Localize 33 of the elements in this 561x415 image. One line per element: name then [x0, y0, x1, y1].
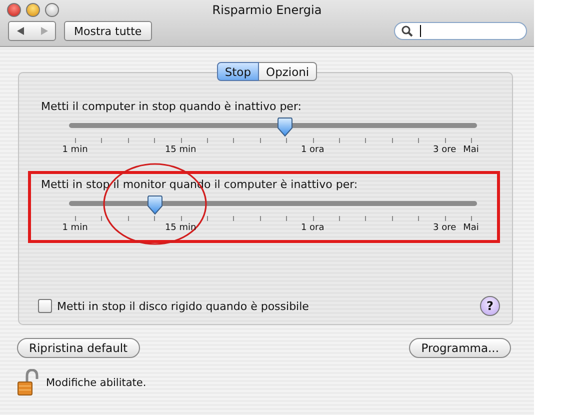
slider-thumb[interactable] [277, 117, 294, 137]
back-forward-control[interactable] [8, 21, 56, 41]
restore-defaults-button[interactable]: Ripristina default [17, 338, 140, 358]
slider-track[interactable] [69, 195, 477, 215]
back-icon[interactable] [14, 26, 26, 36]
search-icon [401, 25, 413, 37]
scale-label: 3 ore [433, 145, 456, 155]
scale-label: 1 ora [300, 145, 324, 155]
slider-label: Metti il computer in stop quando è inattivo per: [41, 100, 302, 113]
scale-label: 3 ore [433, 223, 456, 233]
slider-track[interactable] [69, 117, 477, 137]
lock-status-text: Modifiche abilitate. [46, 377, 146, 389]
scale-label: Mai [463, 145, 479, 155]
tab[interactable]: Stop [216, 62, 260, 81]
help-button[interactable]: ? [480, 296, 500, 316]
padlock-icon[interactable] [17, 369, 39, 397]
scale-label: 1 min [62, 223, 88, 233]
scale-label: 15 min [164, 223, 196, 233]
schedule-button[interactable]: Programma... [409, 338, 511, 358]
scale-label: Mai [463, 223, 479, 233]
zoom-button[interactable] [45, 3, 59, 17]
checkbox[interactable] [38, 299, 52, 313]
scale-label: 1 ora [300, 223, 324, 233]
search-field[interactable] [394, 22, 527, 40]
slider-thumb[interactable] [146, 195, 163, 215]
checkbox-label: Metti in stop il disco rigido quando è possibile [57, 300, 309, 312]
tab[interactable]: Opzioni [259, 62, 318, 81]
window-title: Risparmio Energia [212, 3, 322, 17]
scale-label: 15 min [164, 145, 196, 155]
close-button[interactable] [7, 3, 21, 17]
minimize-button[interactable] [26, 3, 40, 17]
scale-label: 1 min [62, 145, 88, 155]
show-all-button[interactable]: Mostra tutte [64, 21, 152, 41]
